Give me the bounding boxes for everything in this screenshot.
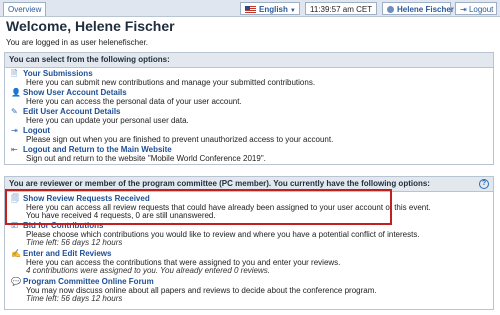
user-name: Helene Fischer — [397, 5, 454, 14]
option-desc: Please sign out when you are finished to… — [26, 135, 334, 144]
option-desc: Sign out and return to the website "Mobi… — [26, 154, 266, 163]
language-label: English — [259, 5, 288, 14]
server-time: 11:39:57 am CET — [305, 2, 377, 15]
logout-icon: ⇥ — [11, 126, 18, 135]
logout-return-icon: ⇤ — [11, 145, 18, 154]
tab-overview[interactable]: Overview — [3, 2, 47, 16]
language-selector[interactable]: English ▼ — [240, 2, 300, 15]
show-account-link[interactable]: Show User Account Details — [23, 88, 127, 97]
forum-icon: 💬 — [11, 277, 21, 286]
flag-icon — [245, 6, 256, 13]
page-title: Welcome, Helene Fischer — [6, 18, 175, 34]
option-desc: Here you can submit new contributions an… — [26, 78, 316, 87]
help-icon[interactable]: ? — [479, 179, 489, 189]
option-desc: Here you can access the personal data of… — [26, 97, 242, 106]
enter-reviews-link[interactable]: Enter and Edit Reviews — [23, 249, 111, 258]
options-heading: You can select from the following option… — [5, 53, 493, 68]
logout-return-link[interactable]: Logout and Return to the Main Website — [23, 145, 172, 154]
highlight-box — [5, 189, 392, 225]
edit-review-icon: ✍ — [11, 249, 21, 258]
forum-link[interactable]: Program Committee Online Forum — [23, 277, 154, 286]
logout-button[interactable]: ⇥ Logout — [455, 2, 497, 15]
option-status: 4 contributions were assigned to you. Yo… — [26, 266, 270, 275]
user-icon — [387, 6, 394, 13]
logout-icon: ⇥ — [460, 5, 467, 14]
logout-label: Logout — [468, 5, 494, 14]
your-submissions-link[interactable]: Your Submissions — [23, 69, 93, 78]
document-icon: 🗎 — [11, 69, 18, 78]
options-panel: You can select from the following option… — [4, 52, 494, 165]
logged-in-text: You are logged in as user helenefischer. — [6, 38, 149, 47]
option-time-left: Time left: 56 days 12 hours — [26, 294, 123, 303]
pc-heading-text: You are reviewer or member of the progra… — [9, 179, 430, 188]
chevron-down-icon: ▼ — [289, 8, 296, 14]
user-menu[interactable]: Helene Fischer▼ — [382, 2, 462, 15]
option-desc: Here you can update your personal user d… — [26, 116, 189, 125]
option-time-left: Time left: 56 days 12 hours — [26, 238, 123, 247]
top-bar: Overview English ▼ 11:39:57 am CET Helene… — [0, 0, 500, 17]
edit-account-link[interactable]: Edit User Account Details — [23, 107, 121, 116]
user-icon: 👤 — [11, 88, 21, 97]
edit-icon: ✎ — [11, 107, 18, 116]
logout-link[interactable]: Logout — [23, 126, 50, 135]
